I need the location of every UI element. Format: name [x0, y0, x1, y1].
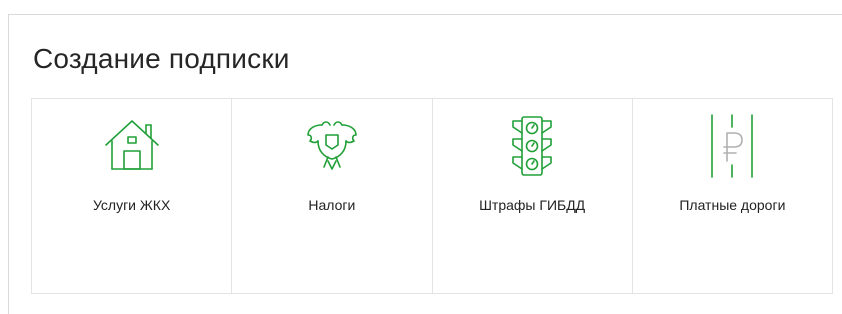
- tile-label: Платные дороги: [679, 197, 786, 213]
- tile-label: Услуги ЖКХ: [92, 197, 171, 213]
- tile-label: Налоги: [308, 197, 356, 213]
- page-title: Создание подписки: [33, 43, 290, 74]
- tile-traffic-fines[interactable]: Штрафы ГИБДД: [432, 99, 633, 293]
- eagle-emblem-icon: [307, 121, 357, 170]
- tile-utilities[interactable]: Услуги ЖКХ: [32, 99, 233, 293]
- subscription-panel: Создание подписки Услуги ЖКХ Налоги Штра…: [8, 14, 842, 314]
- tile-toll-roads[interactable]: Платные дороги: [632, 99, 832, 293]
- toll-road-ruble-icon: [711, 114, 754, 178]
- house-icon: [104, 120, 159, 170]
- subscription-category-grid: Услуги ЖКХ Налоги Штрафы ГИБДД Платные д…: [31, 98, 833, 294]
- traffic-light-icon: [512, 116, 552, 176]
- tile-taxes[interactable]: Налоги: [232, 99, 433, 293]
- tile-label: Штрафы ГИБДД: [479, 197, 586, 213]
